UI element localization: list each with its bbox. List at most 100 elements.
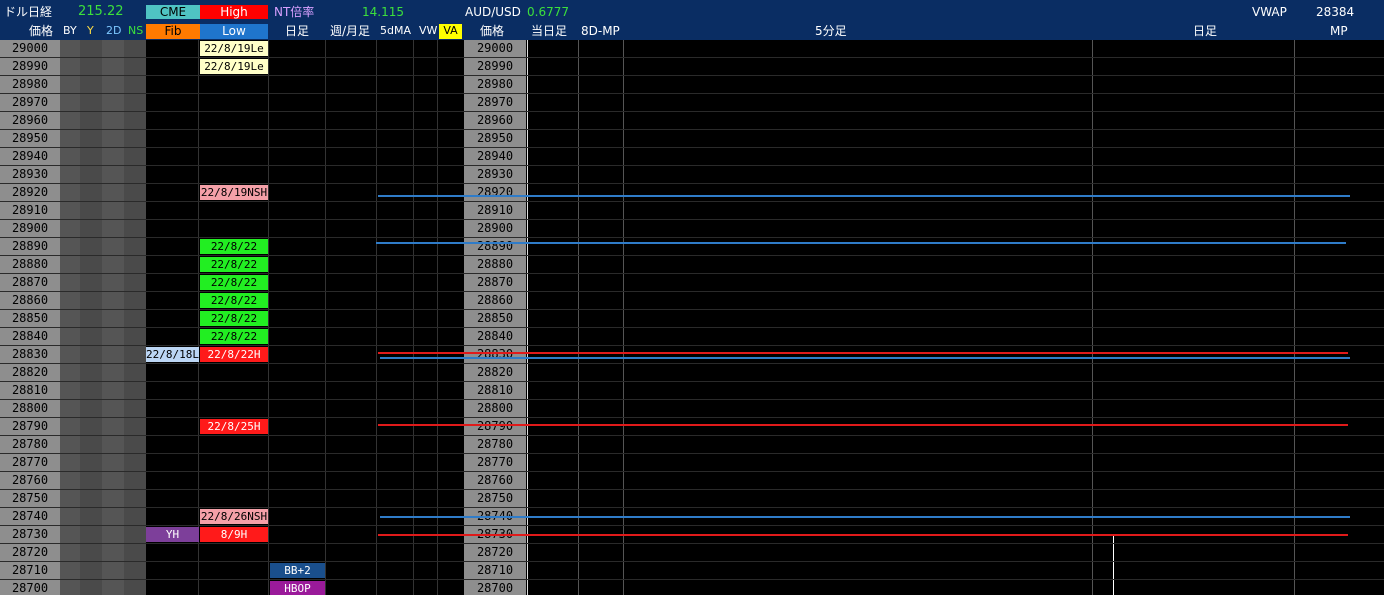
price-cell-2[interactable]: 28880 — [464, 256, 526, 273]
price-cell-2[interactable]: 28940 — [464, 148, 526, 165]
row-divider — [0, 75, 1384, 76]
price-cell[interactable]: 28720 — [0, 544, 60, 561]
row-divider — [0, 93, 1384, 94]
price-cell[interactable]: 28980 — [0, 76, 60, 93]
price-cell[interactable]: 28960 — [0, 112, 60, 129]
price-cell-2[interactable]: 28790 — [464, 418, 526, 435]
price-cell[interactable]: 28920 — [0, 184, 60, 201]
price-cell-2[interactable]: 28750 — [464, 490, 526, 507]
low-marker-28840[interactable]: 22/8/22 — [200, 329, 268, 344]
price-cell[interactable]: 28790 — [0, 418, 60, 435]
cme-button[interactable]: CME — [146, 5, 200, 19]
price-cell[interactable]: 28930 — [0, 166, 60, 183]
by-column — [60, 40, 80, 595]
low-marker-28730[interactable]: 8/9H — [200, 527, 268, 542]
price-cell[interactable]: 28830 — [0, 346, 60, 363]
col-mp: MP — [1330, 24, 1348, 38]
price-cell[interactable]: 28910 — [0, 202, 60, 219]
price-cell-2[interactable]: 28890 — [464, 238, 526, 255]
low-marker-28990[interactable]: 22/8/19Le — [200, 59, 268, 74]
price-cell-2[interactable]: 28870 — [464, 274, 526, 291]
low-marker-28920[interactable]: 22/8/19NSH — [200, 185, 268, 200]
price-cell-2[interactable]: 28990 — [464, 58, 526, 75]
low-marker-28870[interactable]: 22/8/22 — [200, 275, 268, 290]
col-vw: VW — [419, 24, 438, 37]
price-cell[interactable]: 28740 — [0, 508, 60, 525]
low-marker-28830[interactable]: 22/8/22H — [200, 347, 268, 362]
price-cell-2[interactable]: 28930 — [464, 166, 526, 183]
fib-button[interactable]: Fib — [146, 24, 200, 39]
row-divider — [0, 327, 1384, 328]
price-cell-2[interactable]: 28840 — [464, 328, 526, 345]
price-cell-2[interactable]: 28700 — [464, 580, 526, 595]
price-cell[interactable]: 28970 — [0, 94, 60, 111]
separator — [1092, 40, 1093, 595]
price-cell[interactable]: 28880 — [0, 256, 60, 273]
price-cell-2[interactable]: 28810 — [464, 382, 526, 399]
va-button[interactable]: VA — [439, 24, 462, 39]
price-cell[interactable]: 29000 — [0, 40, 60, 57]
row-divider — [0, 381, 1384, 382]
price-cell[interactable]: 28710 — [0, 562, 60, 579]
price-cell-2[interactable]: 28970 — [464, 94, 526, 111]
title-label: ドル日経 — [4, 5, 53, 19]
daily-marker-28710[interactable]: BB+2 — [270, 563, 325, 578]
title-value: 215.22 — [78, 4, 124, 19]
price-cell[interactable]: 28900 — [0, 220, 60, 237]
separator — [527, 40, 528, 595]
price-cell[interactable]: 28820 — [0, 364, 60, 381]
col-today: 当日足 — [531, 24, 568, 38]
price-cell[interactable]: 28890 — [0, 238, 60, 255]
separator — [1294, 40, 1295, 595]
price-cell-2[interactable]: 28820 — [464, 364, 526, 381]
low-marker-28880[interactable]: 22/8/22 — [200, 257, 268, 272]
price-cell-2[interactable]: 28800 — [464, 400, 526, 417]
price-cell-2[interactable]: 28980 — [464, 76, 526, 93]
price-cell-2[interactable]: 28950 — [464, 130, 526, 147]
high-button[interactable]: High — [200, 5, 268, 19]
low-marker-28740[interactable]: 22/8/26NSH — [200, 509, 268, 524]
price-cell[interactable]: 28990 — [0, 58, 60, 75]
price-cell[interactable]: 28860 — [0, 292, 60, 309]
row-divider — [0, 165, 1384, 166]
price-cell[interactable]: 28700 — [0, 580, 60, 595]
row-divider — [0, 543, 1384, 544]
price-cell-2[interactable]: 28720 — [464, 544, 526, 561]
price-cell[interactable]: 28730 — [0, 526, 60, 543]
price-cell-2[interactable]: 28710 — [464, 562, 526, 579]
price-cell-2[interactable]: 29000 — [464, 40, 526, 57]
price-cell[interactable]: 28870 — [0, 274, 60, 291]
low-marker-28890[interactable]: 22/8/22 — [200, 239, 268, 254]
price-cell[interactable]: 28770 — [0, 454, 60, 471]
price-cell[interactable]: 28940 — [0, 148, 60, 165]
col-daily2: 日足 — [1193, 24, 1218, 38]
price-cell[interactable]: 28850 — [0, 310, 60, 327]
price-cell[interactable]: 28750 — [0, 490, 60, 507]
low-marker-29000[interactable]: 22/8/19Le — [200, 41, 268, 56]
low-marker-28860[interactable]: 22/8/22 — [200, 293, 268, 308]
price-cell-2[interactable]: 28850 — [464, 310, 526, 327]
price-cell-2[interactable]: 28960 — [464, 112, 526, 129]
price-cell-2[interactable]: 28860 — [464, 292, 526, 309]
price-cell[interactable]: 28810 — [0, 382, 60, 399]
price-cell[interactable]: 28840 — [0, 328, 60, 345]
low-button[interactable]: Low — [200, 24, 268, 39]
price-cell-2[interactable]: 28910 — [464, 202, 526, 219]
price-cell[interactable]: 28780 — [0, 436, 60, 453]
daily-marker-28700[interactable]: HBOP — [270, 581, 325, 595]
price-cell-2[interactable]: 28830 — [464, 346, 526, 363]
price-cell-2[interactable]: 28900 — [464, 220, 526, 237]
low-marker-28850[interactable]: 22/8/22 — [200, 311, 268, 326]
row-divider — [0, 453, 1384, 454]
row-divider — [0, 183, 1384, 184]
price-cell[interactable]: 28760 — [0, 472, 60, 489]
price-cell-2[interactable]: 28920 — [464, 184, 526, 201]
price-cell[interactable]: 28800 — [0, 400, 60, 417]
price-cell[interactable]: 28950 — [0, 130, 60, 147]
fib-marker-28730[interactable]: YH — [146, 527, 199, 542]
price-cell-2[interactable]: 28770 — [464, 454, 526, 471]
fib-marker-28830[interactable]: 22/8/18L — [146, 347, 199, 362]
price-cell-2[interactable]: 28780 — [464, 436, 526, 453]
low-marker-28790[interactable]: 22/8/25H — [200, 419, 268, 434]
price-cell-2[interactable]: 28760 — [464, 472, 526, 489]
